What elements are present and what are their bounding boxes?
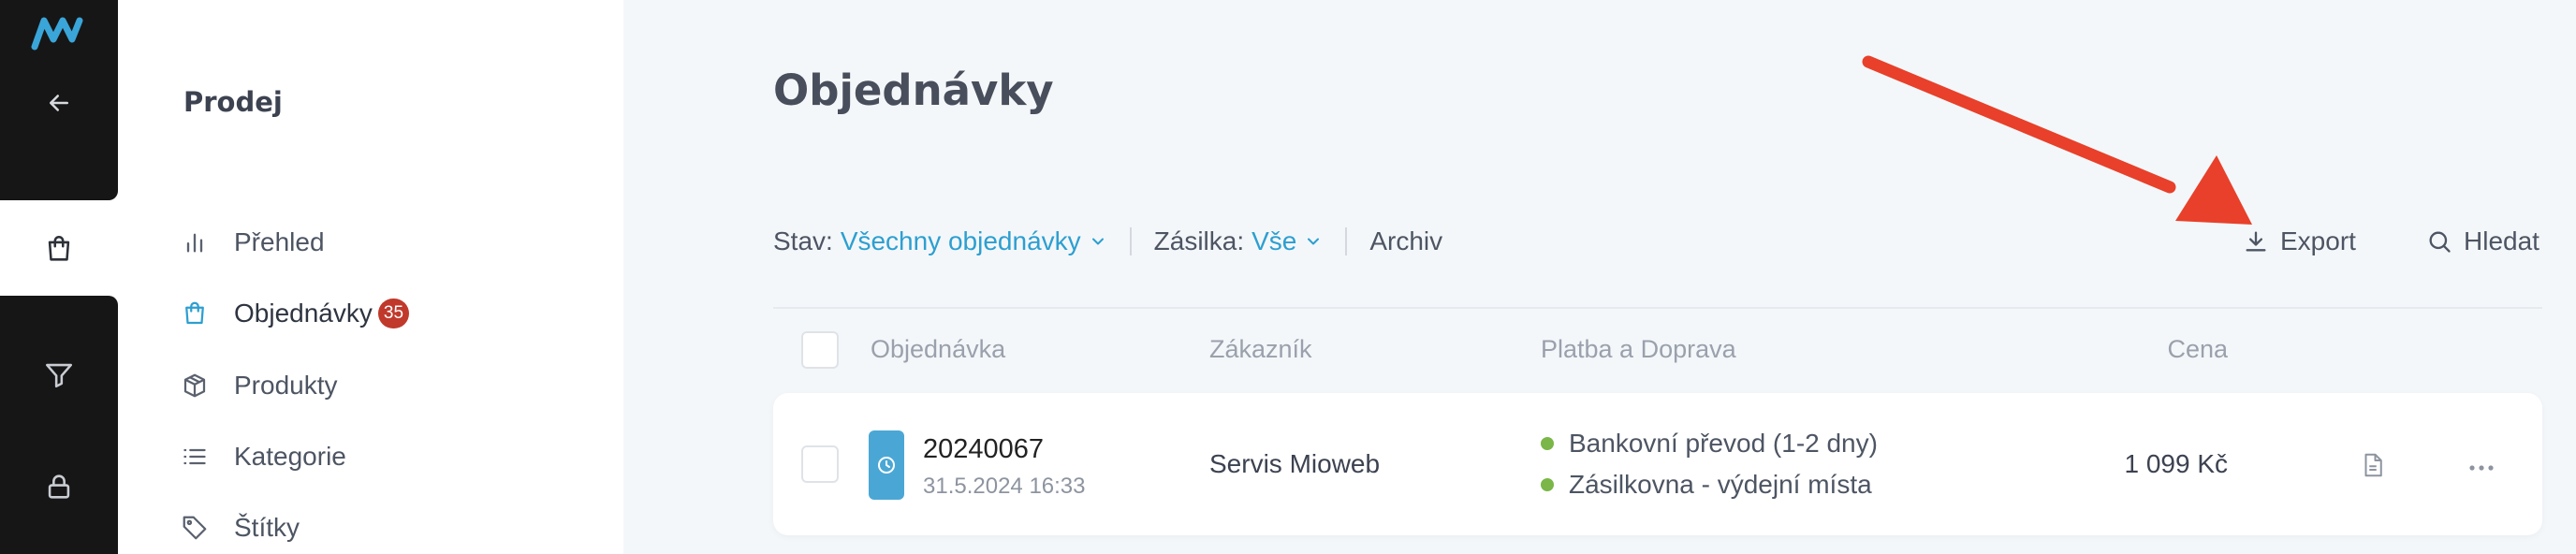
- annotation-arrow-icon: [1862, 55, 2252, 225]
